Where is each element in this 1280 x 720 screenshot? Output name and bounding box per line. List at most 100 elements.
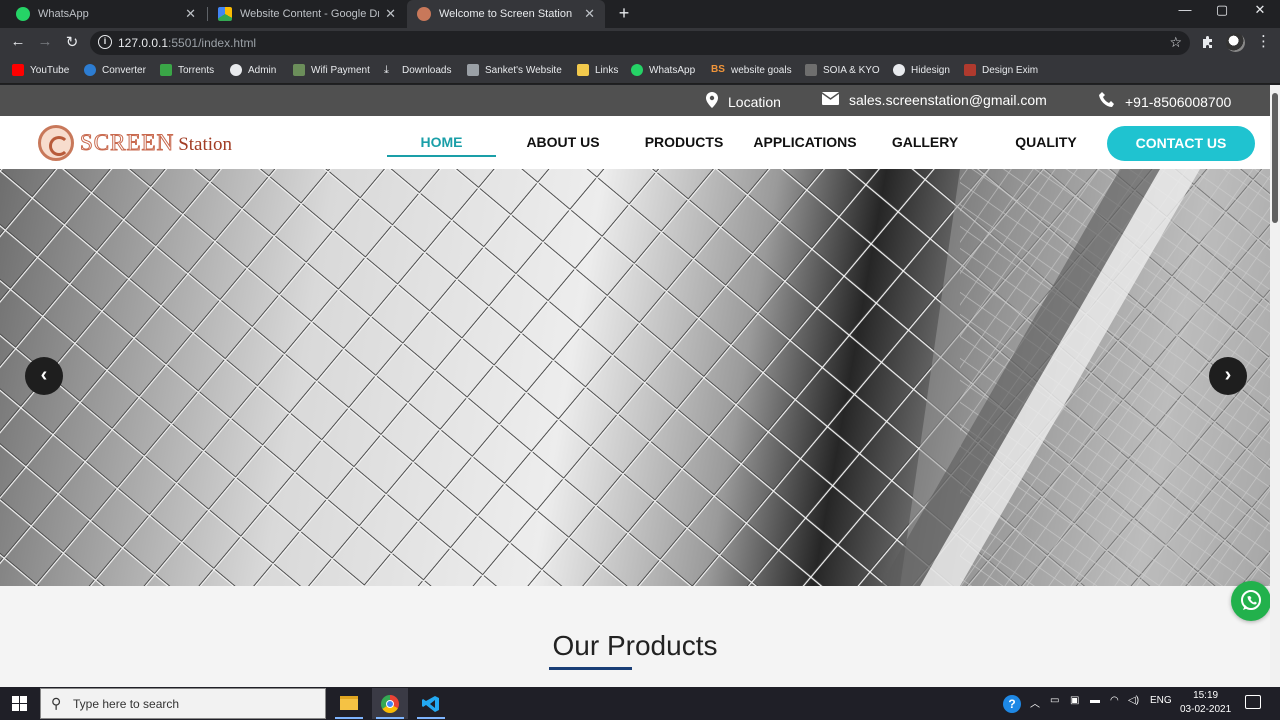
bookmark-website-goals[interactable]: BS website goals bbox=[711, 64, 792, 76]
file-explorer-icon[interactable] bbox=[331, 688, 367, 719]
nav-about-us[interactable]: ABOUT US bbox=[513, 134, 613, 150]
bookmark-whatsapp[interactable]: WhatsApp bbox=[631, 64, 695, 76]
contact-us-button[interactable]: CONTACT US bbox=[1107, 126, 1255, 161]
soia-icon bbox=[805, 64, 817, 76]
home-icon bbox=[467, 64, 479, 76]
scrollbar-thumb[interactable] bbox=[1272, 93, 1278, 223]
search-icon: ⚲ bbox=[51, 695, 62, 711]
close-tab-icon[interactable]: ✕ bbox=[584, 6, 595, 22]
bookmark-label: YouTube bbox=[30, 64, 70, 76]
tab-title: Welcome to Screen Station bbox=[439, 8, 573, 20]
bookmark-label: Admin bbox=[248, 64, 277, 76]
site-logo[interactable]: SCREEN Station bbox=[38, 125, 232, 161]
site-info-icon[interactable]: i bbox=[98, 35, 112, 49]
bookmark-sankets-website[interactable]: Sanket's Website bbox=[467, 64, 562, 76]
bookmark-label: Downloads bbox=[402, 64, 452, 76]
phone-icon bbox=[1099, 92, 1115, 111]
wifi-icon[interactable]: ◠ bbox=[1110, 695, 1119, 706]
chrome-icon[interactable] bbox=[372, 688, 408, 719]
bookmark-torrents[interactable]: Torrents bbox=[160, 64, 214, 76]
bookmark-hidesign[interactable]: Hidesign bbox=[893, 64, 950, 76]
globe-icon bbox=[230, 64, 242, 76]
email-text: sales.screenstation@gmail.com bbox=[849, 92, 1047, 108]
contact-topbar: Location sales.screenstation@gmail.com +… bbox=[0, 85, 1270, 116]
phone-text: +91-8506008700 bbox=[1125, 93, 1232, 110]
bookmark-downloads[interactable]: ⤓ Downloads bbox=[384, 64, 451, 76]
whatsapp-float-button[interactable] bbox=[1231, 581, 1270, 621]
bookmark-links-folder[interactable]: Links bbox=[577, 64, 618, 76]
reload-icon[interactable]: ↻ bbox=[62, 33, 82, 51]
bookmark-label: SOIA & KYO bbox=[823, 64, 880, 76]
converter-icon bbox=[84, 64, 96, 76]
email-link[interactable]: sales.screenstation@gmail.com bbox=[821, 92, 1047, 108]
location-link[interactable]: Location bbox=[706, 92, 781, 111]
whatsapp-icon bbox=[16, 7, 30, 21]
minimize-button[interactable]: — bbox=[1170, 2, 1200, 17]
nav-quality[interactable]: QUALITY bbox=[996, 134, 1096, 150]
notifications-icon[interactable] bbox=[1245, 695, 1261, 709]
new-tab-button[interactable]: + bbox=[614, 3, 634, 24]
whatsapp-icon bbox=[1241, 590, 1261, 610]
bookmark-label: Torrents bbox=[178, 64, 215, 76]
nav-gallery[interactable]: GALLERY bbox=[875, 134, 975, 150]
close-window-button[interactable]: ✕ bbox=[1245, 2, 1275, 18]
nav-products[interactable]: PRODUCTS bbox=[634, 134, 734, 150]
web-page: Location sales.screenstation@gmail.com +… bbox=[0, 85, 1270, 687]
clock-date: 03-02-2021 bbox=[1180, 704, 1232, 715]
bookmark-label: Design Exim bbox=[982, 64, 1039, 76]
download-icon: ⤓ bbox=[384, 64, 389, 76]
chevron-up-icon[interactable]: ︿ bbox=[1030, 695, 1040, 710]
forward-arrow-icon[interactable]: → bbox=[35, 33, 55, 50]
bookmark-youtube[interactable]: YouTube bbox=[12, 64, 69, 76]
page-scrollbar[interactable] bbox=[1270, 85, 1280, 687]
bookmark-label: Wifi Payment bbox=[311, 64, 370, 76]
meet-now-icon[interactable]: ▭ bbox=[1050, 695, 1059, 706]
bookmark-soia-kyo[interactable]: SOIA & KYO bbox=[805, 64, 880, 76]
tab-google-drive[interactable]: Website Content - Google Drive ✕ bbox=[208, 0, 406, 28]
volume-icon[interactable]: ◁) bbox=[1128, 695, 1139, 706]
bookmark-wifi-payment[interactable]: Wifi Payment bbox=[293, 64, 370, 76]
screen-station-logo-icon bbox=[38, 125, 74, 161]
windows-start-icon[interactable] bbox=[12, 696, 27, 711]
search-placeholder: Type here to search bbox=[73, 697, 180, 711]
google-drive-icon bbox=[218, 7, 232, 21]
back-arrow-icon[interactable]: ← bbox=[8, 33, 28, 50]
help-icon[interactable]: ? bbox=[1003, 695, 1021, 713]
vscode-icon[interactable] bbox=[413, 688, 449, 719]
design-exim-icon bbox=[964, 64, 976, 76]
nav-home[interactable]: HOME bbox=[387, 134, 496, 150]
map-pin-icon bbox=[706, 92, 718, 111]
carousel-next-button[interactable]: › bbox=[1209, 357, 1247, 395]
nav-applications[interactable]: APPLICATIONS bbox=[750, 134, 860, 150]
section-title-our-products: Our Products bbox=[552, 630, 718, 661]
taskbar-search-input[interactable]: ⚲ Type here to search bbox=[40, 688, 326, 719]
bookmark-star-icon[interactable]: ☆ bbox=[1169, 34, 1182, 51]
browser-menu-icon[interactable]: ⋮ bbox=[1256, 32, 1271, 50]
carousel-prev-button[interactable]: ‹ bbox=[25, 357, 63, 395]
tab-whatsapp[interactable]: WhatsApp ✕ bbox=[6, 0, 206, 28]
tab-screen-station[interactable]: Welcome to Screen Station ✕ bbox=[407, 0, 605, 28]
close-tab-icon[interactable]: ✕ bbox=[185, 6, 196, 22]
bookmark-admin[interactable]: Admin bbox=[230, 64, 276, 76]
url-text[interactable]: 127.0.0.1:5501/index.html bbox=[118, 36, 256, 50]
logo-screen-text: SCREEN bbox=[79, 130, 175, 156]
profile-avatar[interactable] bbox=[1226, 33, 1245, 52]
notes-icon[interactable]: ▣ bbox=[1070, 695, 1079, 706]
bookmark-label: Links bbox=[595, 64, 619, 76]
bookmark-label: WhatsApp bbox=[649, 64, 696, 76]
taskbar-clock[interactable]: 15:19 03-02-2021 bbox=[1180, 689, 1231, 717]
maximize-button[interactable]: ▢ bbox=[1207, 2, 1237, 18]
extensions-puzzle-icon[interactable] bbox=[1200, 34, 1216, 50]
url-host: 127.0.0.1 bbox=[118, 36, 169, 50]
address-bar[interactable]: i 127.0.0.1:5501/index.html ☆ bbox=[90, 31, 1190, 55]
bookmark-design-exim[interactable]: Design Exim bbox=[964, 64, 1038, 76]
torrents-icon bbox=[160, 64, 172, 76]
windows-taskbar: ⚲ Type here to search ? ︿ ▭ ▣ ▬ ◠ ◁) ENG… bbox=[0, 687, 1280, 720]
bookmark-converter[interactable]: Converter bbox=[84, 64, 146, 76]
folder-icon bbox=[577, 64, 589, 76]
browser-tab-bar: WhatsApp ✕ Website Content - Google Driv… bbox=[0, 0, 1280, 28]
language-indicator[interactable]: ENG bbox=[1150, 695, 1172, 706]
battery-icon[interactable]: ▬ bbox=[1090, 695, 1100, 706]
close-tab-icon[interactable]: ✕ bbox=[385, 6, 396, 22]
phone-link[interactable]: +91-8506008700 bbox=[1099, 92, 1231, 111]
